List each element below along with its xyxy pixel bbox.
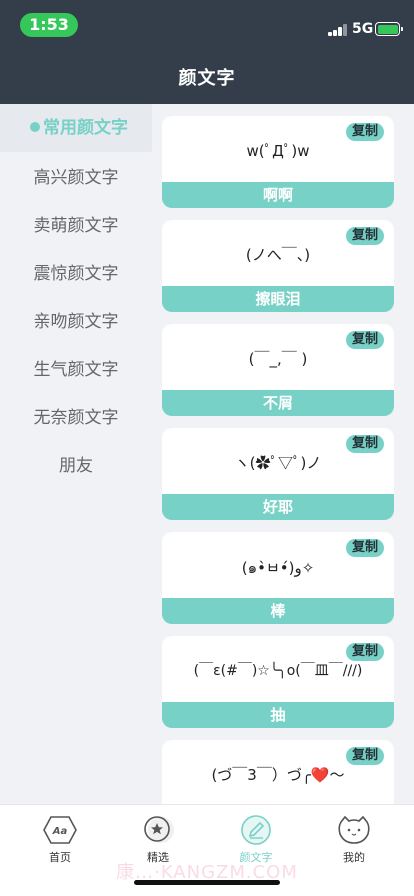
emoticon-name: 擦眼泪 <box>162 286 394 312</box>
copy-button[interactable]: 复制 <box>345 747 384 765</box>
emoticon-name: 棒 <box>162 598 394 624</box>
emoticon-card[interactable]: 复制 (づ￣3￣）づ╭❤️～ <box>162 740 394 804</box>
copy-button[interactable]: 复制 <box>345 643 384 661</box>
category-item-cute[interactable]: 卖萌颜文字 <box>0 202 152 250</box>
emoticon-card[interactable]: 复制 w(ﾟДﾟ)w 啊啊 <box>162 116 394 208</box>
category-label: 高兴颜文字 <box>33 168 119 188</box>
status-bar: 1:53 5G <box>0 0 414 50</box>
home-indicator[interactable] <box>134 880 280 885</box>
battery-icon <box>375 22 403 36</box>
category-item-kiss[interactable]: 亲吻颜文字 <box>0 298 152 346</box>
emoticon-card[interactable]: 复制 (￣_,￣ ) 不屑 <box>162 324 394 416</box>
emoticon-text: (๑•̀ㅂ•́)و✧ <box>241 559 315 577</box>
category-label: 常用颜文字 <box>43 118 128 138</box>
cat-face-icon <box>334 813 374 847</box>
network-label: 5G <box>352 21 374 37</box>
category-item-helpless[interactable]: 无奈颜文字 <box>0 394 152 442</box>
category-label: 亲吻颜文字 <box>33 312 119 332</box>
category-item-angry[interactable]: 生气颜文字 <box>0 346 152 394</box>
emoticon-name: 抽 <box>162 702 394 728</box>
copy-button[interactable]: 复制 <box>345 123 384 141</box>
copy-button[interactable]: 复制 <box>345 331 384 349</box>
pencil-icon <box>236 813 276 847</box>
category-label: 卖萌颜文字 <box>33 216 119 236</box>
emoticon-text: (￣_,￣ ) <box>248 350 308 368</box>
app-header: 1:53 5G 颜文字 <box>0 0 414 104</box>
star-badge-icon <box>138 813 178 847</box>
category-item-friend[interactable]: 朋友 <box>0 442 152 490</box>
category-label: 朋友 <box>59 456 93 476</box>
emoticon-name: 不屑 <box>162 390 394 416</box>
emoticon-card[interactable]: 复制 (ノへ￣、) 擦眼泪 <box>162 220 394 312</box>
emoticon-text: (￣ε(#￣)☆╰╮o(￣皿￣///) <box>193 663 363 679</box>
status-time: 1:53 <box>20 13 78 37</box>
active-dot-icon <box>30 122 40 132</box>
emoticon-text: ヽ(✿ﾟ▽ﾟ)ノ <box>234 454 322 472</box>
emoticon-card[interactable]: 复制 ヽ(✿ﾟ▽ﾟ)ノ 好耶 <box>162 428 394 520</box>
emoticon-list[interactable]: 复制 w(ﾟДﾟ)w 啊啊 复制 (ノへ￣、) 擦眼泪 复制 (￣_,￣ ) 不… <box>152 104 414 804</box>
emoticon-text: (づ￣3￣）づ╭❤️～ <box>211 766 345 784</box>
category-sidebar: 常用颜文字 高兴颜文字 卖萌颜文字 震惊颜文字 亲吻颜文字 生气颜文字 无奈颜文… <box>0 104 152 804</box>
category-item-happy[interactable]: 高兴颜文字 <box>0 154 152 202</box>
category-item-common[interactable]: 常用颜文字 <box>0 104 152 152</box>
emoticon-text: w(ﾟДﾟ)w <box>246 142 310 160</box>
emoticon-text: (ノへ￣、) <box>245 246 311 264</box>
home-aa-icon: Aa <box>40 813 80 847</box>
signal-icon <box>328 22 348 36</box>
category-label: 无奈颜文字 <box>33 408 119 428</box>
emoticon-name: 好耶 <box>162 494 394 520</box>
svg-text:Aa: Aa <box>52 826 68 837</box>
copy-button[interactable]: 复制 <box>345 435 384 453</box>
category-item-shocked[interactable]: 震惊颜文字 <box>0 250 152 298</box>
copy-button[interactable]: 复制 <box>345 227 384 245</box>
emoticon-card[interactable]: 复制 (๑•̀ㅂ•́)و✧ 棒 <box>162 532 394 624</box>
page-title: 颜文字 <box>178 68 236 89</box>
emoticon-card[interactable]: 复制 (￣ε(#￣)☆╰╮o(￣皿￣///) 抽 <box>162 636 394 728</box>
category-label: 生气颜文字 <box>33 360 119 380</box>
copy-button[interactable]: 复制 <box>345 539 384 557</box>
emoticon-name: 啊啊 <box>162 182 394 208</box>
category-label: 震惊颜文字 <box>33 264 119 284</box>
